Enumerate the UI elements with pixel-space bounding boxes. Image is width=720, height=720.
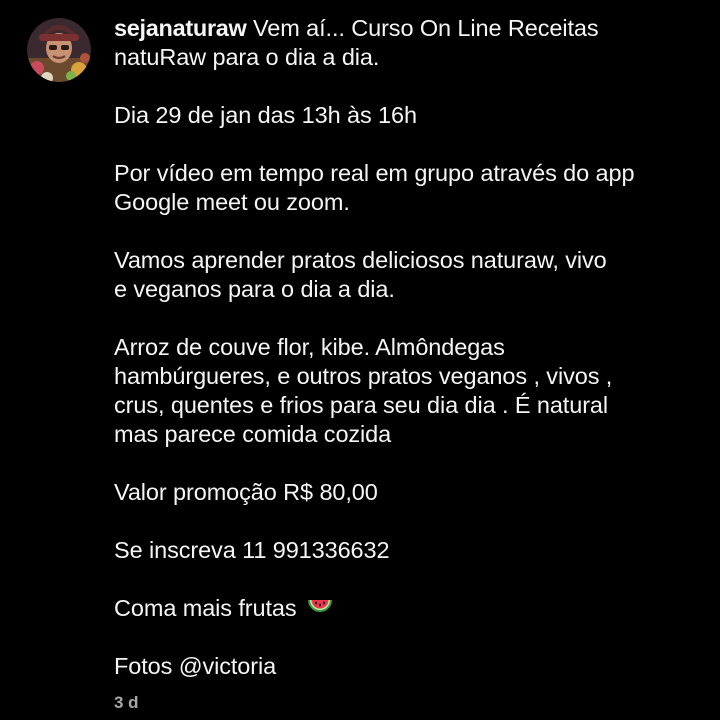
watermelon-emoji-icon <box>306 594 334 627</box>
post-caption-view: sejanaturaw Vem aí... Curso On Line Rece… <box>0 0 720 720</box>
caption-line: hambúrgueres, e outros pratos veganos , … <box>114 363 613 389</box>
date-line: Dia 29 de jan das 13h às 16h <box>114 102 417 128</box>
caption-line: e veganos para o dia a dia. <box>114 276 395 302</box>
signup-line: Se inscreva 11 991336632 <box>114 537 390 563</box>
caption-line: Vamos aprender pratos deliciosos naturaw… <box>114 247 607 273</box>
caption-text: sejanaturaw Vem aí... Curso On Line Rece… <box>114 14 704 681</box>
timestamp: 3 d <box>114 693 139 712</box>
price-line: Valor promoção R$ 80,00 <box>114 479 378 505</box>
caption-line: Por vídeo em tempo real em grupo através… <box>114 160 635 186</box>
caption-line: natuRaw para o dia a dia. <box>114 44 380 70</box>
mention-link[interactable]: @victoria <box>179 653 277 679</box>
username-link[interactable]: sejanaturaw <box>114 15 247 41</box>
caption-line: mas parece comida cozida <box>114 421 392 447</box>
avatar[interactable] <box>27 18 91 82</box>
avatar-image <box>27 18 91 82</box>
photos-credit-label: Fotos <box>114 653 179 679</box>
fruits-text: Coma mais frutas <box>114 595 297 621</box>
caption-line: crus, quentes e frios para seu dia dia .… <box>114 392 609 418</box>
caption-line: Arroz de couve flor, kibe. Almôndegas <box>114 334 505 360</box>
caption-text-segment: Vem aí... Curso On Line Receitas <box>246 15 599 41</box>
caption-line: Google meet ou zoom. <box>114 189 350 215</box>
